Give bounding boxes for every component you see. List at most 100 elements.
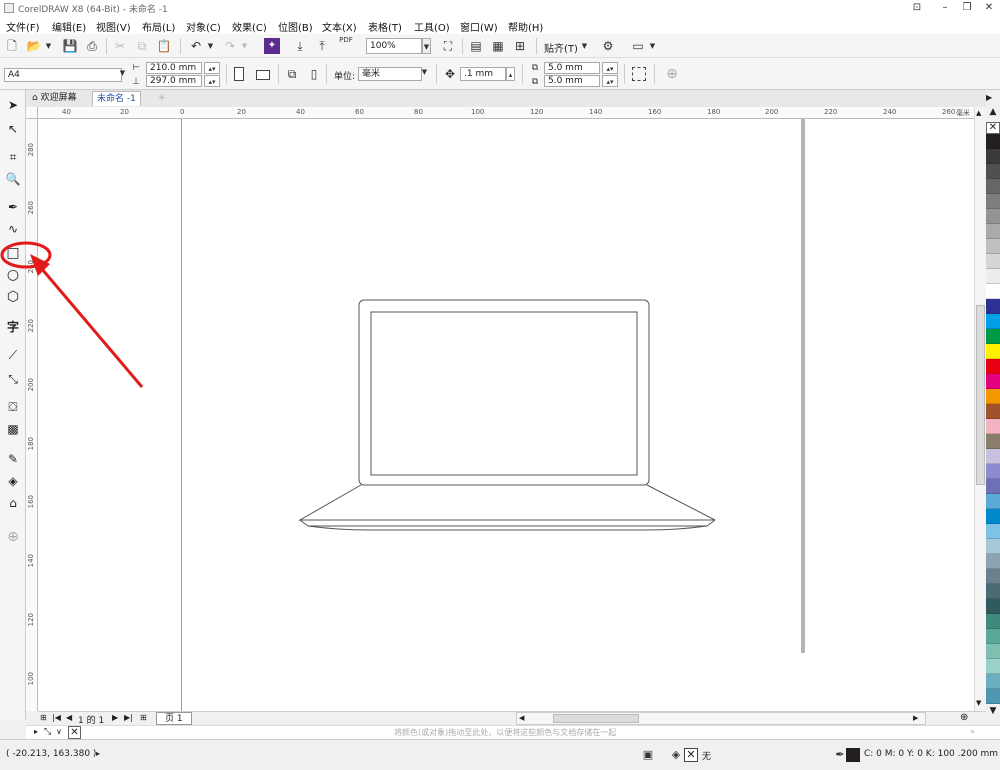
quick-customize-icon[interactable]: ⊕ [4, 528, 22, 546]
palette-swatch[interactable] [986, 374, 1000, 389]
new-document-icon[interactable]: 🗋 [4, 38, 20, 54]
palette-swatch[interactable] [986, 389, 1000, 404]
duplicate-x-spinner[interactable]: ▴▾ [602, 62, 618, 74]
page-width-field[interactable]: 210.0 mm [146, 62, 202, 74]
page-tab[interactable]: 页 1 [156, 712, 192, 725]
restore-button[interactable]: ❐ [960, 1, 974, 14]
zoom-tool-icon[interactable]: 🔍 [4, 170, 22, 188]
current-page-icon[interactable]: ▯ [306, 66, 322, 82]
pick-tool-icon[interactable]: ➤ [4, 96, 22, 114]
drop-shadow-tool-icon[interactable]: ⛋ [4, 398, 22, 416]
palette-swatch[interactable] [986, 629, 1000, 644]
fill-bucket-icon[interactable]: ◈ [668, 747, 684, 763]
menu-help[interactable]: 帮助(H) [508, 19, 543, 34]
doc-palette-no-color-swatch[interactable]: ✕ [68, 726, 81, 739]
all-pages-icon[interactable]: ⧉ [284, 66, 300, 82]
palette-swatch[interactable] [986, 524, 1000, 539]
palette-swatch[interactable] [986, 509, 1000, 524]
palette-swatch[interactable] [986, 644, 1000, 659]
units-dropdown-icon[interactable]: ▼ [420, 68, 429, 76]
color-eyedropper-tool-icon[interactable]: ✎ [4, 450, 22, 468]
account-icon[interactable]: ⊡ [910, 1, 924, 14]
horizontal-ruler[interactable]: 40 20 0 20 40 60 80 100 120 140 160 180 … [38, 107, 986, 119]
export-icon[interactable]: ⤒ [314, 38, 330, 54]
tabs-scroll-right-icon[interactable]: ▶ [986, 93, 992, 102]
artistic-media-tool-icon[interactable]: ∿ [4, 220, 22, 238]
scroll-down-icon[interactable]: ▼ [976, 699, 981, 707]
no-color-swatch[interactable]: ✕ [986, 122, 1000, 134]
first-page-icon[interactable]: |◀ [52, 713, 61, 722]
copy-icon[interactable]: ⧉ [134, 38, 150, 54]
connector-tool-icon[interactable]: ⤡ [4, 370, 22, 388]
close-button[interactable]: ✕ [982, 1, 996, 14]
open-dropdown-icon[interactable]: ▼ [44, 42, 53, 50]
redo-icon[interactable]: ↷ [222, 38, 238, 54]
menu-effects[interactable]: 效果(C) [232, 19, 267, 34]
save-icon[interactable]: 💾 [62, 38, 78, 54]
publish-pdf-icon[interactable]: PDF [338, 36, 354, 52]
show-rulers-icon[interactable]: ▤ [468, 38, 484, 54]
full-screen-icon[interactable]: ⛶ [440, 38, 456, 54]
crop-tool-icon[interactable]: ⌗ [4, 148, 22, 166]
paste-icon[interactable]: 📋 [156, 38, 172, 54]
undo-dropdown-icon[interactable]: ▼ [206, 42, 215, 50]
zoom-dropdown-icon[interactable]: ▼ [422, 38, 431, 54]
scroll-right-icon[interactable]: ▶ [913, 714, 918, 722]
ellipse-tool-icon[interactable]: ○ [4, 266, 22, 284]
search-content-icon[interactable]: ✦ [264, 38, 280, 54]
zoom-navigator-icon[interactable]: ⊕ [960, 712, 968, 723]
add-page-before-icon[interactable]: ⊞ [40, 713, 47, 722]
color-management-icon[interactable]: ▣ [640, 747, 656, 763]
palette-swatch[interactable] [986, 584, 1000, 599]
doc-palette-scroll-icon[interactable]: » [970, 727, 975, 736]
outline-color-swatch[interactable] [846, 748, 860, 762]
menu-object[interactable]: 对象(C) [186, 19, 221, 34]
palette-swatch[interactable] [986, 494, 1000, 509]
options-gear-icon[interactable]: ⚙ [600, 38, 616, 54]
menu-view[interactable]: 视图(V) [96, 19, 131, 34]
menu-bitmaps[interactable]: 位图(B) [278, 19, 313, 34]
palette-swatch[interactable] [986, 419, 1000, 434]
scroll-up-icon[interactable]: ▲ [976, 109, 981, 117]
palette-swatch[interactable] [986, 404, 1000, 419]
palette-swatch[interactable] [986, 434, 1000, 449]
scroll-left-icon[interactable]: ◀ [519, 714, 524, 722]
drawing-canvas[interactable] [38, 119, 986, 711]
menu-tools[interactable]: 工具(O) [414, 19, 450, 34]
palette-swatch[interactable] [986, 224, 1000, 239]
duplicate-x-field[interactable]: 5.0 mm [544, 62, 600, 74]
palette-swatch[interactable] [986, 569, 1000, 584]
print-icon[interactable]: ⎙ [84, 38, 100, 54]
next-page-icon[interactable]: ▶ [112, 713, 118, 722]
freehand-tool-icon[interactable]: ✒ [4, 198, 22, 216]
laptop-keyboard-deck[interactable] [298, 484, 716, 521]
palette-swatch[interactable] [986, 344, 1000, 359]
rectangle-tool-icon[interactable]: □ [4, 244, 22, 262]
parallel-dimension-tool-icon[interactable]: ⟋ [4, 346, 22, 364]
tab-welcome-screen[interactable]: ⌂ 欢迎屏幕 [28, 91, 81, 106]
vertical-scroll-thumb[interactable] [976, 305, 985, 485]
minimize-button[interactable]: – [938, 1, 952, 14]
palette-swatch[interactable] [986, 254, 1000, 269]
palette-swatch[interactable] [986, 299, 1000, 314]
status-expand-icon[interactable]: ▸ [96, 749, 100, 758]
laptop-base-bottom[interactable] [307, 525, 708, 531]
horizontal-scroll-thumb[interactable] [553, 714, 639, 723]
palette-swatch[interactable] [986, 314, 1000, 329]
palette-swatch[interactable] [986, 179, 1000, 194]
palette-swatch[interactable] [986, 449, 1000, 464]
previous-page-icon[interactable]: ◀ [66, 713, 72, 722]
treat-as-filled-icon[interactable] [632, 67, 646, 81]
transparency-tool-icon[interactable]: ▩ [4, 420, 22, 438]
palette-swatch[interactable] [986, 239, 1000, 254]
doc-palette-expand-icon[interactable]: ∨ [56, 727, 62, 736]
nudge-field[interactable]: .1 mm [460, 67, 506, 81]
page-width-spinner[interactable]: ▴▾ [204, 62, 220, 74]
text-tool-icon[interactable]: 字 [4, 318, 22, 336]
units-select[interactable]: 毫米 [358, 67, 422, 81]
vertical-scrollbar[interactable]: ▲ ▼ [974, 107, 986, 711]
undo-icon[interactable]: ↶ [188, 38, 204, 54]
palette-scroll-up-icon[interactable]: ▲ [986, 107, 1000, 123]
palette-swatch[interactable] [986, 689, 1000, 704]
palette-swatch[interactable] [986, 539, 1000, 554]
